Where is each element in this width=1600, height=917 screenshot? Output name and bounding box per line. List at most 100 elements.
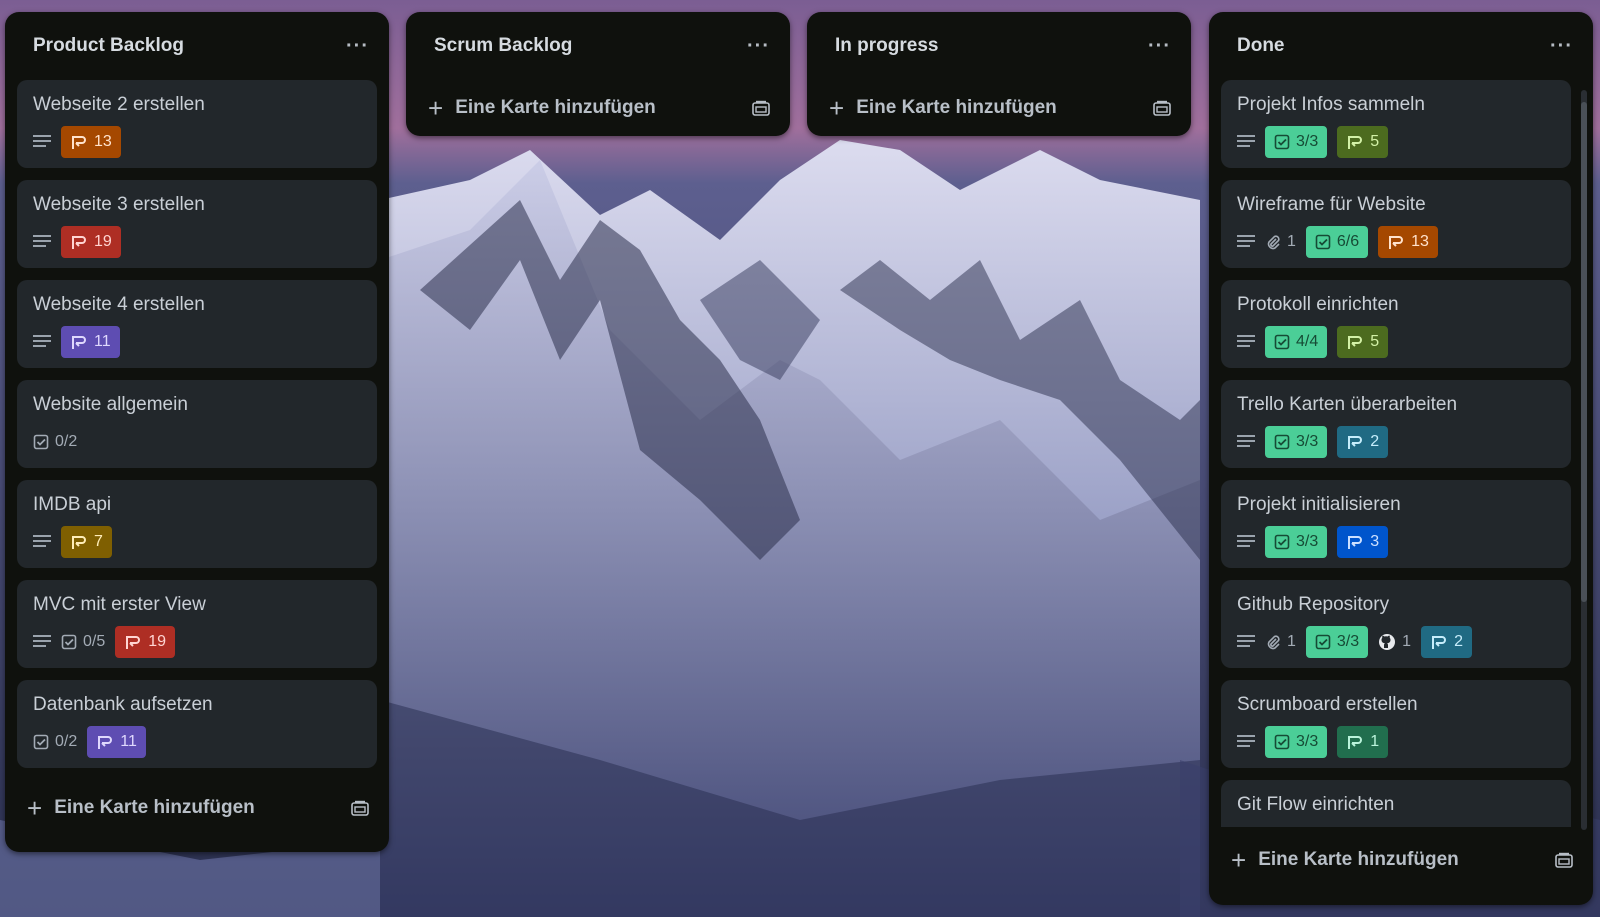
story-points-value: 7 bbox=[94, 533, 103, 550]
card-template-icon[interactable] bbox=[1555, 852, 1573, 868]
list-done: Done ··· Projekt Infos sammeln 3/3 5 Wir… bbox=[1209, 12, 1593, 905]
add-card-button[interactable]: + Eine Karte hinzufügen bbox=[1231, 847, 1459, 873]
checklist-count: 3/3 bbox=[1336, 633, 1360, 650]
description-icon bbox=[1237, 235, 1255, 249]
checklist-icon bbox=[1274, 434, 1290, 450]
card-title: MVC mit erster View bbox=[33, 594, 206, 615]
card-badges: 4/4 5 bbox=[1237, 326, 1555, 358]
description-icon bbox=[33, 335, 51, 349]
checklist-count: 0/2 bbox=[55, 733, 78, 750]
checklist-icon bbox=[1274, 734, 1290, 750]
card[interactable]: Webseite 3 erstellen 19 bbox=[17, 180, 377, 268]
plus-icon: + bbox=[829, 93, 845, 123]
card[interactable]: Datenbank aufsetzen 0/2 11 bbox=[17, 680, 377, 768]
description-icon bbox=[1237, 135, 1255, 149]
card[interactable]: Projekt initialisieren 3/3 3 bbox=[1221, 480, 1571, 568]
story-points-value: 19 bbox=[148, 633, 167, 650]
card[interactable]: Wireframe für Website 1 6/6 13 bbox=[1221, 180, 1571, 268]
card[interactable]: Webseite 4 erstellen 11 bbox=[17, 280, 377, 368]
checklist-count: 0/2 bbox=[55, 433, 78, 450]
card-badges: 1 6/6 13 bbox=[1237, 226, 1555, 258]
description-icon bbox=[33, 535, 51, 549]
card[interactable]: Protokoll einrichten 4/4 5 bbox=[1221, 280, 1571, 368]
plus-icon: + bbox=[1231, 845, 1247, 875]
story-points-icon bbox=[1389, 236, 1404, 249]
checklist-complete-badge: 3/3 bbox=[1265, 726, 1328, 758]
card-badges: 0/5 19 bbox=[33, 626, 361, 658]
story-points-value: 11 bbox=[94, 333, 111, 350]
story-points-badge: 1 bbox=[1337, 726, 1389, 758]
card-list: Webseite 2 erstellen 13 Webseite 3 erste… bbox=[5, 80, 389, 768]
card-title: Github Repository bbox=[1237, 594, 1390, 615]
card-badges: 7 bbox=[33, 526, 361, 558]
list-product-backlog: Product Backlog ··· Webseite 2 erstellen… bbox=[5, 12, 389, 852]
list-title[interactable]: Done bbox=[1237, 35, 1285, 57]
card-title: Git Flow einrichten bbox=[1237, 794, 1395, 815]
checklist-icon bbox=[33, 734, 49, 750]
card[interactable]: Website allgemein 0/2 bbox=[17, 380, 377, 468]
checklist-complete-badge: 3/3 bbox=[1265, 126, 1328, 158]
paperclip-icon bbox=[1267, 235, 1280, 250]
description-icon bbox=[1237, 735, 1255, 749]
add-card-button[interactable]: + Eine Karte hinzufügen bbox=[27, 795, 255, 821]
card[interactable]: IMDB api 7 bbox=[17, 480, 377, 568]
card[interactable]: Projekt Infos sammeln 3/3 5 bbox=[1221, 80, 1571, 168]
list-title[interactable]: In progress bbox=[835, 35, 938, 57]
list-in-progress: In progress ··· + Eine Karte hinzufügen bbox=[807, 12, 1191, 136]
plus-icon: + bbox=[428, 93, 444, 123]
attachment-badge: 1 bbox=[1265, 233, 1296, 251]
checklist-icon bbox=[1315, 234, 1331, 250]
add-card-row: + Eine Karte hinzufügen bbox=[807, 80, 1191, 136]
card-badges: 13 bbox=[33, 126, 361, 158]
card[interactable]: Scrumboard erstellen 3/3 1 bbox=[1221, 680, 1571, 768]
list-title[interactable]: Product Backlog bbox=[33, 35, 184, 57]
checklist-count: 3/3 bbox=[1296, 733, 1319, 750]
more-horizontal-icon[interactable]: ··· bbox=[346, 35, 369, 58]
checklist-icon bbox=[1274, 134, 1290, 150]
checklist-icon bbox=[1315, 634, 1331, 650]
plus-icon: + bbox=[27, 793, 43, 823]
card-title: Webseite 4 erstellen bbox=[33, 294, 205, 315]
card-badges: 3/3 1 bbox=[1237, 726, 1555, 758]
card-title: Datenbank aufsetzen bbox=[33, 694, 213, 715]
description-icon bbox=[33, 635, 51, 649]
card-badges: 0/2 bbox=[33, 426, 361, 458]
checklist-complete-badge: 6/6 bbox=[1305, 226, 1369, 258]
story-points-value: 13 bbox=[1411, 233, 1429, 250]
story-points-badge: 11 bbox=[87, 726, 146, 758]
story-points-badge: 13 bbox=[1378, 226, 1438, 258]
story-points-badge: 5 bbox=[1337, 326, 1389, 358]
add-card-label: Eine Karte hinzufügen bbox=[54, 797, 255, 818]
card[interactable]: Webseite 2 erstellen 13 bbox=[17, 80, 377, 168]
card[interactable]: Github Repository 1 3/3 1 2 bbox=[1221, 580, 1571, 668]
card-template-icon[interactable] bbox=[1153, 100, 1171, 116]
add-card-label: Eine Karte hinzufügen bbox=[1258, 849, 1459, 870]
story-points-icon bbox=[1348, 436, 1363, 449]
add-card-row: + Eine Karte hinzufügen bbox=[5, 780, 389, 836]
more-horizontal-icon[interactable]: ··· bbox=[747, 35, 770, 58]
more-horizontal-icon[interactable]: ··· bbox=[1148, 35, 1171, 58]
more-horizontal-icon[interactable]: ··· bbox=[1550, 35, 1573, 58]
scrollbar-thumb[interactable] bbox=[1581, 102, 1587, 602]
add-card-button[interactable]: + Eine Karte hinzufügen bbox=[428, 95, 656, 121]
card-badges: 19 bbox=[33, 226, 361, 258]
story-points-badge: 2 bbox=[1337, 426, 1389, 458]
card[interactable]: Git Flow einrichten bbox=[1221, 780, 1571, 827]
add-card-row: + Eine Karte hinzufügen bbox=[406, 80, 790, 136]
github-badge: 1 bbox=[1378, 633, 1411, 651]
card-template-icon[interactable] bbox=[752, 100, 770, 116]
list-title[interactable]: Scrum Backlog bbox=[434, 35, 572, 57]
card[interactable]: Trello Karten überarbeiten 3/3 2 bbox=[1221, 380, 1571, 468]
checklist-count: 3/3 bbox=[1296, 433, 1319, 450]
list-header: Done ··· bbox=[1209, 12, 1593, 80]
card-title: Projekt Infos sammeln bbox=[1237, 94, 1425, 115]
story-points-icon bbox=[126, 636, 141, 649]
card-badges: 3/3 2 bbox=[1237, 426, 1555, 458]
card[interactable]: MVC mit erster View 0/5 19 bbox=[17, 580, 377, 668]
card-template-icon[interactable] bbox=[351, 800, 369, 816]
card-badges: 0/2 11 bbox=[33, 726, 361, 758]
checklist-complete-badge: 4/4 bbox=[1265, 326, 1328, 358]
checklist-complete-badge: 3/3 bbox=[1265, 426, 1328, 458]
add-card-button[interactable]: + Eine Karte hinzufügen bbox=[829, 95, 1057, 121]
description-icon bbox=[1237, 335, 1255, 349]
